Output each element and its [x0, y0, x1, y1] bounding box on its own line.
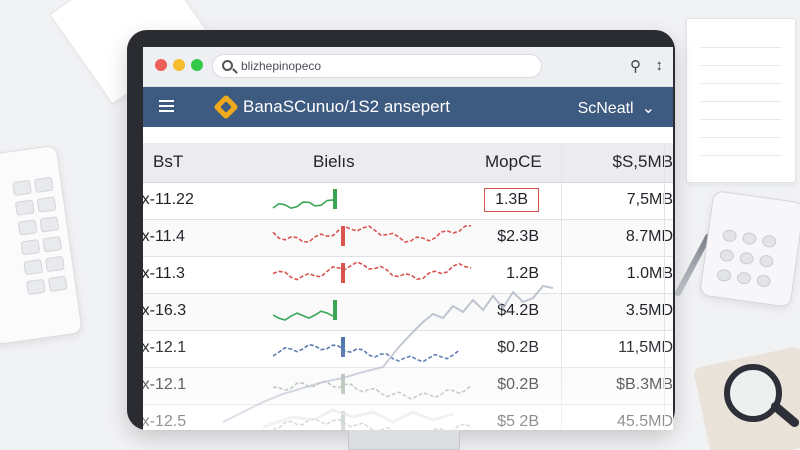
search-icon — [222, 60, 233, 71]
row-name: Px-12.1 — [143, 376, 187, 393]
column-header-name[interactable]: BsT — [153, 152, 183, 172]
row-name: Ax-16.3 — [143, 302, 187, 319]
overlay-price-chart — [222, 284, 554, 429]
calculator — [699, 190, 800, 308]
maximize-dot[interactable] — [191, 59, 203, 71]
table-row[interactable]: Px-11.22 1.3B 7,5MB — [143, 183, 673, 220]
row-name: Px-12.1 — [143, 339, 187, 356]
row-volume: 8.7MD — [625, 228, 673, 245]
menu-icon[interactable] — [159, 100, 174, 113]
tab-icon[interactable]: ↕ — [656, 57, 664, 74]
search-icon[interactable]: ⚲ — [630, 57, 641, 75]
row-name: Px-11.3 — [143, 265, 185, 282]
column-header-cap[interactable]: MopCE — [485, 152, 542, 172]
sparkline-marker — [333, 189, 337, 209]
chevron-down-icon: ⌄ — [641, 100, 655, 117]
address-bar[interactable]: blizhepinopeco — [212, 54, 542, 78]
url-text: blizhepinopeco — [241, 59, 322, 73]
row-volume: 1.0MB — [626, 265, 673, 282]
browser-toolbar: blizhepinopeco ⚲ ↕ — [143, 47, 673, 87]
row-volume: 3.5MD — [625, 302, 673, 319]
app-title: BanaSCunuo/1S2 ansepert — [243, 97, 450, 116]
row-market-cap: 1.3B — [484, 188, 539, 212]
close-dot[interactable] — [155, 59, 167, 71]
account-menu[interactable]: ScNeatl ⌄ — [578, 98, 655, 118]
trend-sparkline — [272, 224, 472, 246]
column-divider — [664, 143, 665, 430]
column-divider — [561, 143, 562, 430]
tablet-screen: blizhepinopeco ⚲ ↕ BanaSCunuo/1S2 ansepe… — [143, 47, 673, 430]
keyboard — [0, 144, 83, 346]
minimize-dot[interactable] — [173, 59, 185, 71]
row-name: Px-11.4 — [143, 228, 185, 245]
account-menu-label: ScNeatl — [577, 100, 634, 117]
sparkline-marker — [341, 226, 345, 246]
sparkline-path — [272, 224, 472, 243]
sparkline-path — [272, 199, 334, 210]
column-header-trend[interactable]: Bielıs — [313, 152, 355, 172]
logo-icon — [213, 94, 239, 120]
row-name: Px-11.22 — [143, 191, 194, 208]
trend-sparkline — [272, 189, 337, 210]
row-market-cap: $2.3B — [497, 228, 539, 245]
row-volume: 7,5MB — [626, 191, 673, 208]
row-name: Px-12.5 — [143, 413, 187, 430]
overlay-line-light — [262, 408, 454, 429]
magnifier-icon — [724, 364, 782, 422]
app-header: BanaSCunuo/1S2 ansepert ScNeatl ⌄ — [143, 87, 673, 127]
overlay-line-grey — [222, 284, 554, 423]
notepad — [686, 18, 796, 183]
table-header: BsT Bielıs MopCE $S,5MB — [143, 143, 673, 183]
